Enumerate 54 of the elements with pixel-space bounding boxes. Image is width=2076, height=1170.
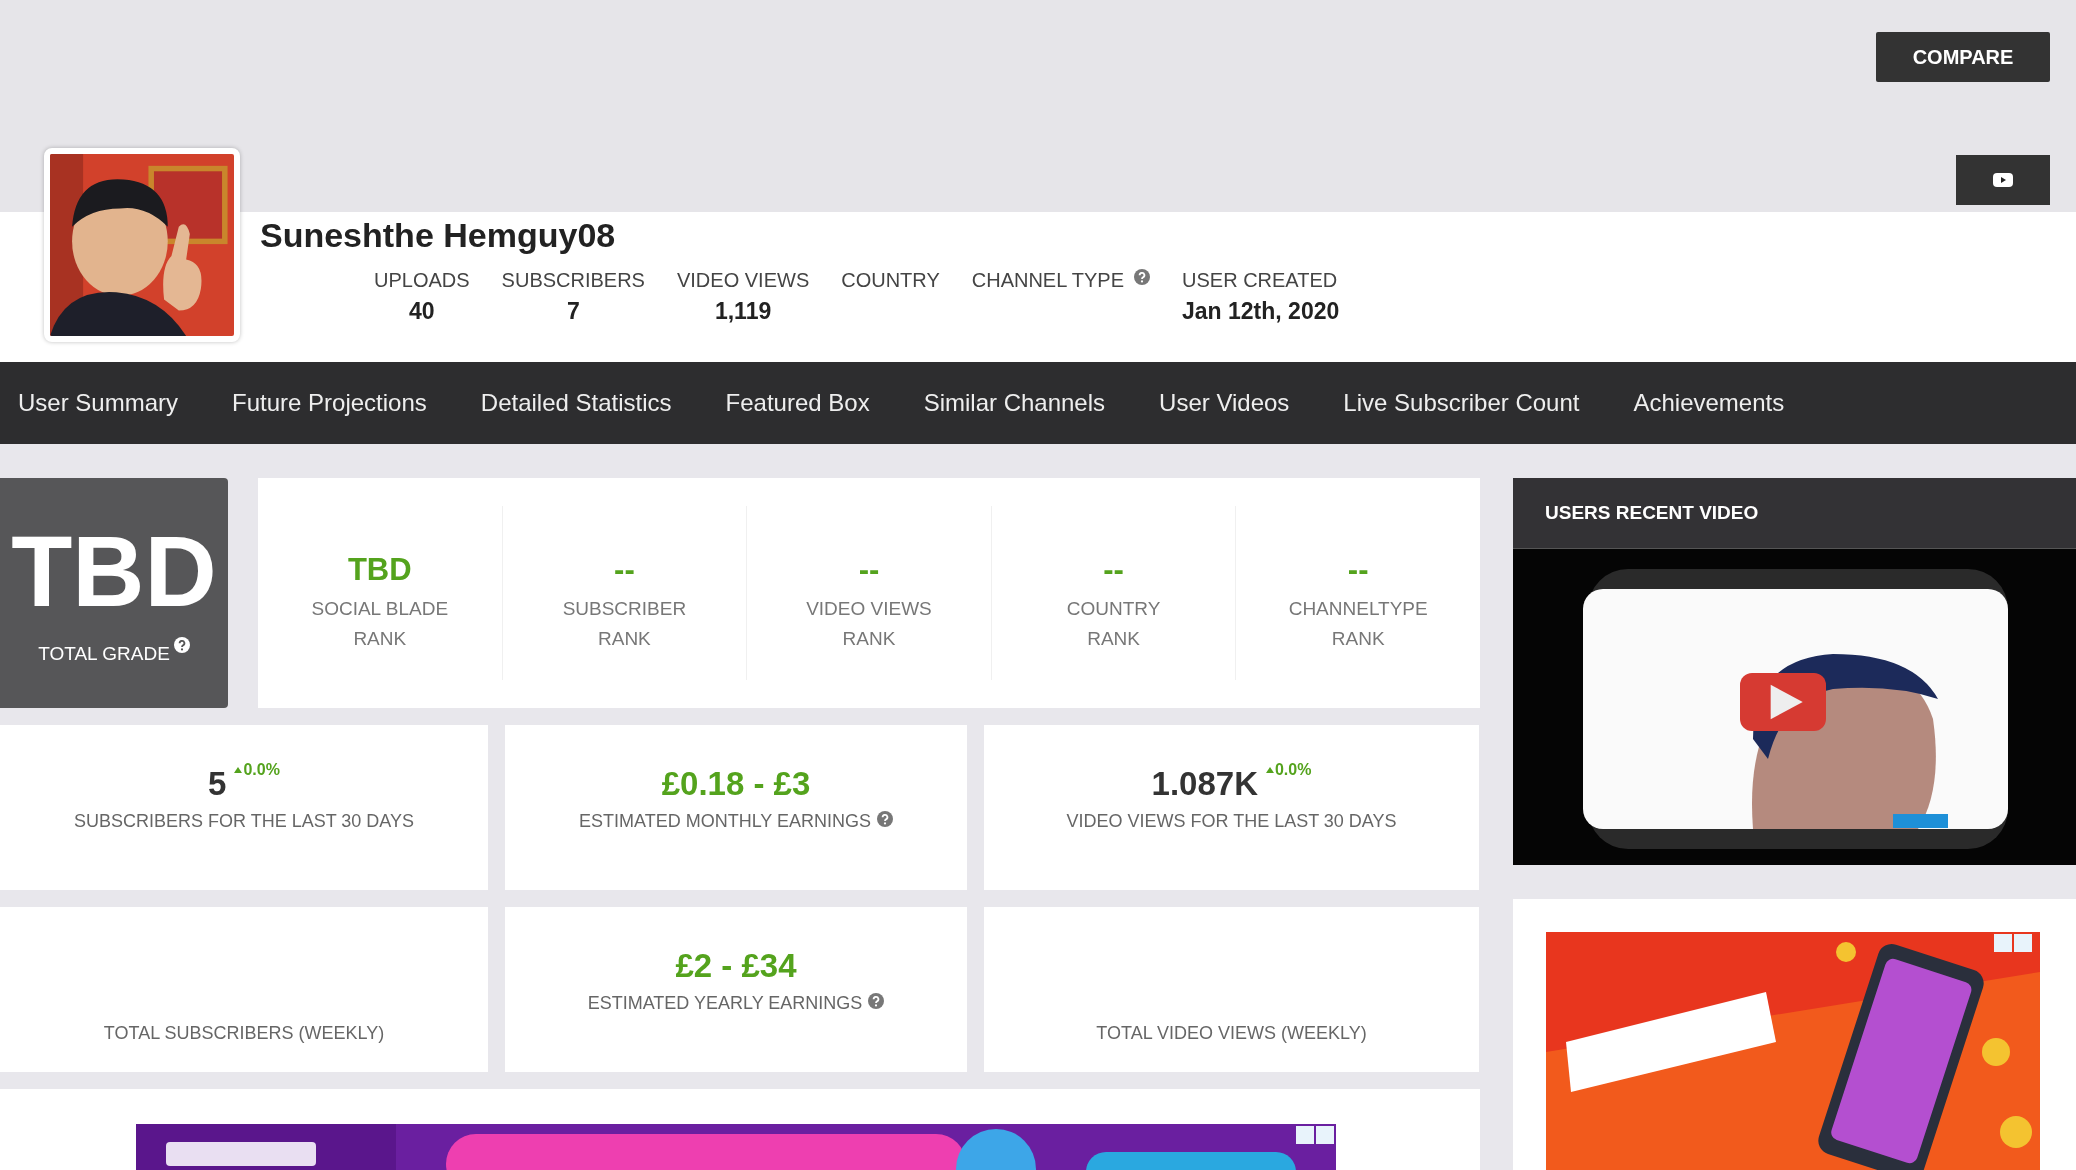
nav-tab[interactable]: Similar Channels bbox=[923, 389, 1106, 417]
nav-tab[interactable]: User Videos bbox=[1159, 389, 1290, 417]
nav-tab[interactable]: Detailed Statistics bbox=[480, 389, 672, 417]
up-arrow-icon bbox=[1265, 767, 1274, 773]
compare-button[interactable]: COMPARE bbox=[1876, 32, 2050, 82]
rank-value: -- bbox=[1346, 552, 1370, 588]
stat-caption: SUBSCRIBERS FOR THE LAST 30 DAYS bbox=[73, 811, 415, 832]
change-value: 0.0% bbox=[243, 761, 280, 779]
help-icon[interactable] bbox=[877, 811, 893, 827]
earnings-value: £2 - £34 bbox=[675, 947, 797, 985]
stat-label: CHANNEL TYPE bbox=[971, 269, 1124, 292]
nav-tab[interactable]: User Summary bbox=[18, 389, 179, 417]
chart-caption: TOTAL VIDEO VIEWS (WEEKLY) bbox=[1096, 1023, 1367, 1044]
stat-number: 5 bbox=[208, 765, 227, 803]
up-arrow-icon bbox=[234, 767, 243, 773]
stat-label: USER CREATED bbox=[1182, 269, 1338, 292]
rank-value: -- bbox=[1102, 552, 1125, 588]
youtube-button[interactable] bbox=[1956, 155, 2050, 205]
stat-value: Jan 12th, 2020 bbox=[1182, 298, 1340, 325]
help-icon[interactable] bbox=[1134, 269, 1150, 285]
rank-value: -- bbox=[857, 552, 881, 588]
stat-label: SUBSCRIBERS bbox=[501, 269, 645, 292]
stat-caption: VIDEO VIEWS FOR THE LAST 30 DAYS bbox=[1066, 811, 1397, 832]
stat-number: 1.087K bbox=[1151, 765, 1258, 803]
rank-label: CHANNELTYPE RANK bbox=[1287, 597, 1429, 651]
rank-label: VIDEO VIEWS RANK bbox=[805, 597, 933, 651]
rank-label: COUNTRY RANK bbox=[1065, 597, 1162, 651]
stat-caption: ESTIMATED MONTHLY EARNINGS bbox=[578, 811, 871, 832]
chart-caption: TOTAL SUBSCRIBERS (WEEKLY) bbox=[103, 1023, 385, 1044]
help-icon[interactable] bbox=[868, 993, 885, 1009]
stat-value: 40 bbox=[408, 298, 436, 325]
change-value: 0.0% bbox=[1274, 761, 1312, 779]
rank-label: SOCIAL BLADE RANK bbox=[310, 597, 450, 651]
grade-value: TBD bbox=[11, 521, 217, 621]
nav-tab[interactable]: Featured Box bbox=[725, 389, 870, 417]
panel-title: USERS RECENT VIDEO bbox=[1513, 478, 2076, 549]
stat-value: 1,119 bbox=[713, 298, 773, 325]
stat-caption: ESTIMATED YEARLY EARNINGS bbox=[587, 993, 863, 1014]
nav-tab[interactable]: Achievements bbox=[1633, 389, 1785, 417]
rank-value: -- bbox=[613, 552, 636, 588]
nav-tab[interactable]: Future Projections bbox=[232, 389, 427, 417]
play-button[interactable] bbox=[1740, 673, 1826, 731]
stat-label: UPLOADS bbox=[374, 269, 470, 292]
rank-label: SUBSCRIBER RANK bbox=[561, 597, 688, 651]
channel-name: Suneshthe Hemguy08 bbox=[260, 216, 617, 255]
earnings-value: £0.18 - £3 bbox=[661, 765, 811, 803]
play-icon bbox=[1993, 173, 2013, 187]
grade-label: TOTAL GRADE bbox=[38, 643, 170, 665]
stat-label: VIDEO VIEWS bbox=[676, 269, 810, 292]
rank-value: TBD bbox=[346, 552, 413, 588]
nav-tab[interactable]: Live Subscriber Count bbox=[1343, 389, 1580, 417]
stat-label: COUNTRY bbox=[841, 269, 940, 292]
stat-value: 7 bbox=[565, 298, 581, 325]
help-icon[interactable] bbox=[173, 637, 190, 653]
